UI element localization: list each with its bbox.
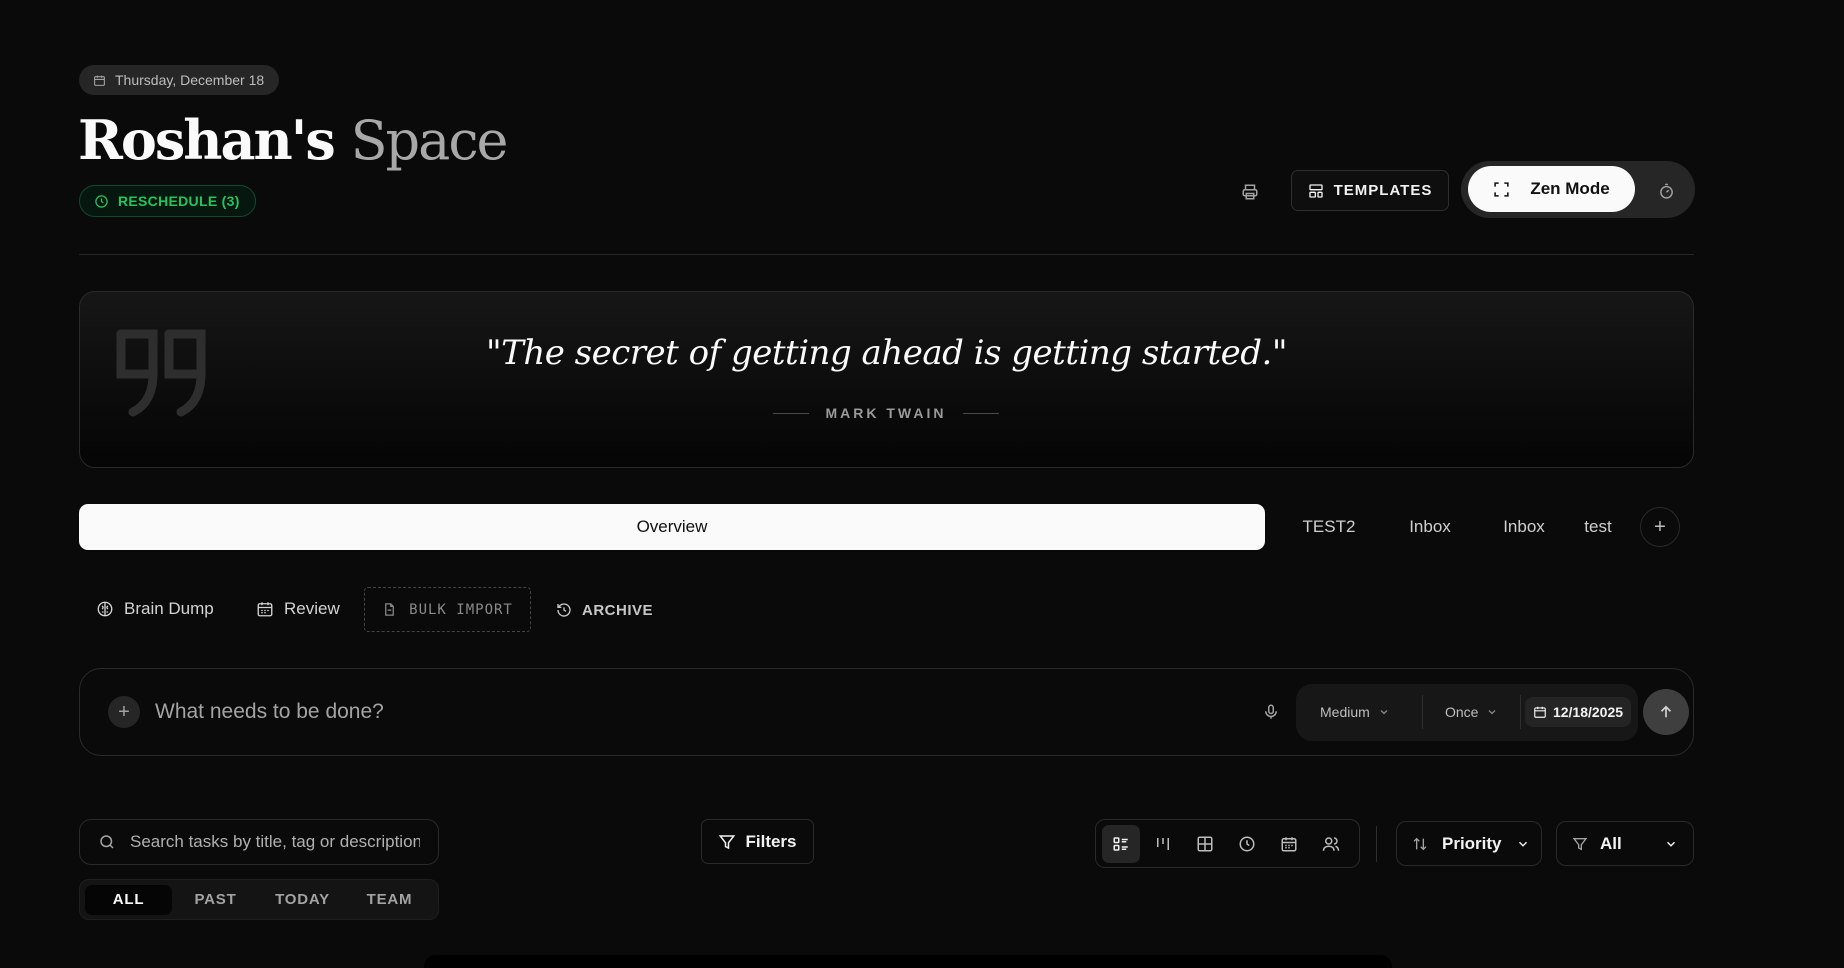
tab-team[interactable]: TEAM (346, 885, 433, 915)
grid-view-button[interactable] (1186, 825, 1224, 863)
users-icon (1322, 835, 1340, 853)
chevron-down-icon (1378, 706, 1390, 718)
view-switcher (1095, 819, 1360, 868)
priority-value: Medium (1320, 704, 1370, 720)
calendar-grid-icon (256, 600, 274, 618)
quote-line-right (963, 412, 999, 414)
arrow-up-icon (1657, 703, 1675, 721)
page-title: Roshan's Space (78, 104, 509, 177)
history-icon (556, 602, 572, 618)
title-owner: Roshan's (78, 108, 336, 172)
submit-task-button[interactable] (1643, 689, 1689, 735)
review-label: Review (284, 599, 340, 618)
tab-test[interactable]: test (1573, 504, 1623, 550)
filter-icon (1572, 836, 1588, 852)
tab-overview[interactable]: Overview (79, 504, 1265, 550)
quote-card (79, 291, 1694, 468)
search-box (79, 819, 439, 865)
sort-dropdown[interactable]: Priority (1396, 821, 1542, 866)
brain-icon (96, 600, 114, 618)
print-button[interactable] (1233, 175, 1267, 209)
printer-icon (1241, 183, 1259, 201)
calendar-icon (1533, 705, 1547, 719)
due-date-value: 12/18/2025 (1552, 704, 1624, 720)
archive-button[interactable]: ARCHIVE (556, 595, 653, 625)
bulk-import-label: BULK IMPORT (409, 601, 513, 618)
file-import-icon (382, 602, 397, 617)
add-tab-button[interactable]: + (1640, 507, 1680, 547)
clock-icon (94, 194, 109, 209)
fullscreen-icon (1493, 181, 1510, 198)
team-view-button[interactable] (1312, 825, 1350, 863)
kanban-view-button[interactable] (1144, 825, 1182, 863)
reschedule-button[interactable]: RESCHEDULE (3) (79, 185, 256, 217)
scope-filter-dropdown[interactable]: All (1556, 821, 1694, 866)
templates-button[interactable]: TEMPLATES (1291, 170, 1449, 211)
options-divider (1520, 695, 1521, 729)
chevron-down-icon (1516, 837, 1530, 851)
filter-icon (718, 833, 736, 851)
chevron-down-icon (1486, 706, 1498, 718)
date-pill: Thursday, December 18 (79, 65, 280, 95)
sort-arrows-icon (1412, 836, 1428, 852)
brain-dump-button[interactable]: Brain Dump (96, 592, 214, 626)
brain-dump-label: Brain Dump (124, 599, 214, 618)
add-task-icon-button[interactable]: + (108, 696, 140, 728)
recurrence-value: Once (1445, 704, 1479, 720)
date-label: Thursday, December 18 (115, 72, 265, 88)
priority-select[interactable]: Medium (1320, 698, 1390, 726)
quote-attribution: MARK TWAIN (773, 403, 999, 423)
filters-label: Filters (745, 831, 797, 851)
zen-mode-label: Zen Mode (1530, 179, 1610, 198)
grid-icon (1196, 835, 1214, 853)
recurrence-select[interactable]: Once (1445, 698, 1498, 726)
quote-text: "The secret of getting ahead is getting … (486, 333, 1287, 373)
tab-test2[interactable]: TEST2 (1274, 504, 1384, 550)
kanban-icon (1154, 835, 1172, 853)
calendar-icon (93, 74, 106, 87)
list-view-icon (1112, 835, 1130, 853)
layout-template-icon (1308, 183, 1324, 199)
archive-label: ARCHIVE (582, 601, 654, 619)
templates-label: TEMPLATES (1333, 182, 1433, 199)
tab-inbox[interactable]: Inbox (1385, 504, 1475, 550)
plus-icon: + (1654, 515, 1666, 538)
toolbar-divider (1376, 826, 1377, 862)
list-view-button[interactable] (1102, 824, 1140, 863)
search-input[interactable] (130, 832, 420, 852)
filters-button[interactable]: Filters (701, 819, 814, 864)
microphone-icon (1262, 703, 1280, 721)
time-scope-tabs: ALL PAST TODAY TEAM (79, 879, 439, 920)
reschedule-label: RESCHEDULE (3) (118, 193, 240, 209)
header-divider (79, 254, 1694, 255)
tab-all[interactable]: ALL (85, 884, 172, 915)
zen-mode-button[interactable]: Zen Mode (1468, 166, 1635, 212)
clock-icon (1238, 835, 1256, 853)
tab-inbox-2[interactable]: Inbox (1476, 504, 1572, 550)
plus-icon: + (118, 700, 130, 723)
timer-button[interactable] (1651, 176, 1681, 206)
quote-author: MARK TWAIN (825, 405, 947, 421)
calendar-icon (1280, 835, 1298, 853)
title-space: Space (350, 109, 509, 172)
calendar-view-button[interactable] (1270, 825, 1308, 863)
task-input[interactable] (155, 696, 1235, 728)
review-button[interactable]: Review (256, 592, 340, 626)
sort-label: Priority (1442, 833, 1502, 853)
tab-today[interactable]: TODAY (259, 885, 346, 915)
quote-line-left (773, 412, 809, 414)
options-divider (1422, 695, 1423, 729)
bulk-import-button[interactable]: BULK IMPORT (364, 587, 531, 632)
microphone-button[interactable] (1256, 697, 1286, 727)
tab-past[interactable]: PAST (172, 885, 259, 915)
due-date-picker[interactable]: 12/18/2025 (1525, 697, 1631, 727)
task-list-panel-edge (424, 955, 1392, 968)
timer-icon (1658, 183, 1675, 200)
search-icon (98, 833, 116, 851)
scope-filter-label: All (1600, 833, 1622, 853)
timeline-view-button[interactable] (1228, 825, 1266, 863)
chevron-down-icon (1664, 837, 1678, 851)
